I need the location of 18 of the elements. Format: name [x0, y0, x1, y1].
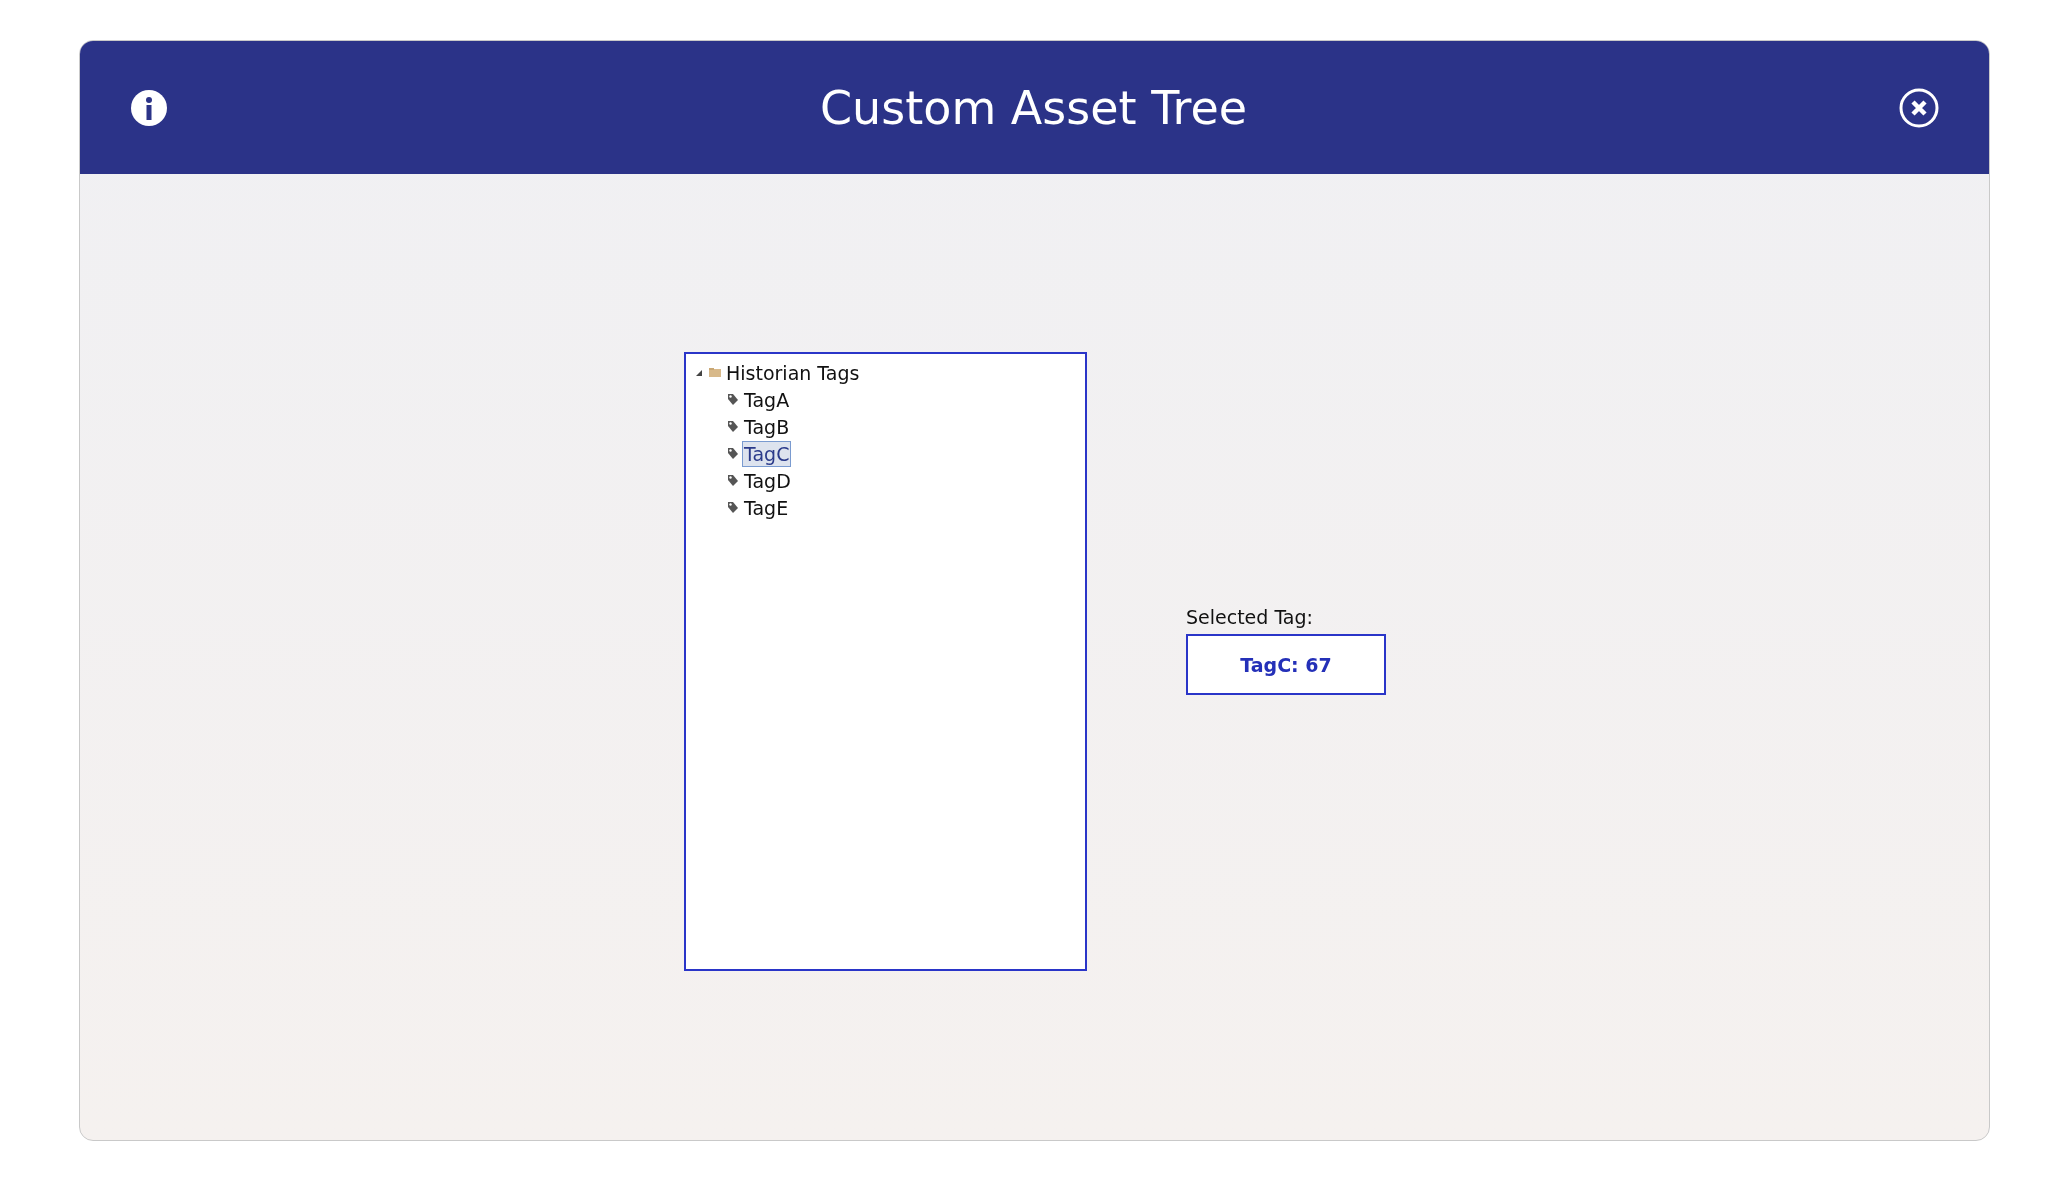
tag-icon: [727, 501, 739, 514]
window-title: Custom Asset Tree: [819, 80, 1248, 135]
tree-item[interactable]: TagA: [742, 386, 792, 413]
expand-arrow-icon[interactable]: [695, 368, 703, 377]
folder-icon: [709, 368, 721, 377]
tree-item[interactable]: Historian Tags: [724, 359, 862, 386]
info-icon[interactable]: [130, 88, 168, 127]
tree-item[interactable]: TagC: [742, 440, 792, 467]
tag-icon: [727, 474, 739, 487]
selected-tag-value: TagC: 67: [1186, 634, 1386, 695]
close-icon[interactable]: [1899, 87, 1939, 128]
tree-item[interactable]: TagD: [742, 467, 793, 494]
tree-item[interactable]: TagE: [742, 494, 791, 521]
tag-icon: [727, 447, 739, 460]
tree-item[interactable]: TagB: [742, 413, 792, 440]
tag-icon: [727, 393, 739, 406]
selected-tag-label: Selected Tag:: [1186, 606, 1314, 628]
tag-icon: [727, 420, 739, 433]
